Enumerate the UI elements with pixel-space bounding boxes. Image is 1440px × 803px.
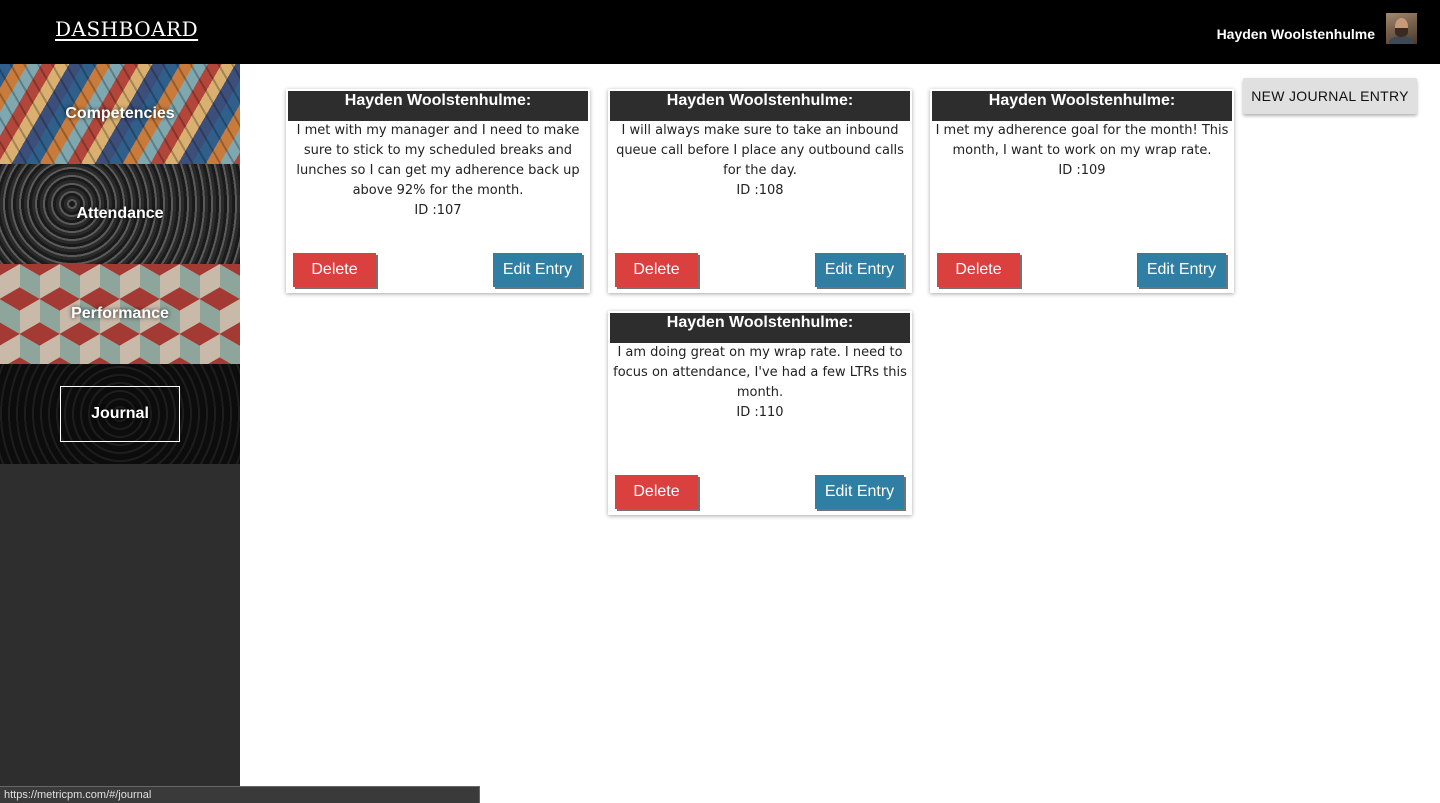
sidebar-item-label: Journal xyxy=(91,405,149,422)
entry-text: I met with my manager and I need to make… xyxy=(296,123,580,198)
entry-text: I met my adherence goal for the month! T… xyxy=(935,123,1229,158)
new-journal-entry-button[interactable]: NEW JOURNAL ENTRY xyxy=(1243,78,1417,114)
edit-entry-button[interactable]: Edit Entry xyxy=(493,253,582,287)
sidebar: Competencies Attendance Performance Jour… xyxy=(0,64,240,803)
status-url-bar: https://metricpm.com/#/journal xyxy=(0,786,480,803)
delete-button[interactable]: Delete xyxy=(293,253,376,287)
edit-entry-button[interactable]: Edit Entry xyxy=(1137,253,1226,287)
journal-card: Hayden Woolstenhulme: I am doing great o… xyxy=(608,311,912,515)
card-body: I will always make sure to take an inbou… xyxy=(610,121,910,201)
journal-card: Hayden Woolstenhulme: I will always make… xyxy=(608,89,912,293)
card-author: Hayden Woolstenhulme: xyxy=(932,91,1232,121)
top-bar: DASHBOARD Hayden Woolstenhulme xyxy=(0,0,1440,64)
card-author: Hayden Woolstenhulme: xyxy=(610,91,910,121)
card-author: Hayden Woolstenhulme: xyxy=(288,91,588,121)
avatar-body-shape xyxy=(1389,36,1414,44)
sidebar-item-performance[interactable]: Performance xyxy=(0,264,240,364)
card-body: I met with my manager and I need to make… xyxy=(288,121,588,221)
delete-button[interactable]: Delete xyxy=(615,253,698,287)
card-body: I am doing great on my wrap rate. I need… xyxy=(610,343,910,423)
avatar-beard-shape xyxy=(1395,28,1408,37)
entry-id: ID :107 xyxy=(414,203,462,218)
user-name: Hayden Woolstenhulme xyxy=(1216,26,1375,42)
sidebar-item-label: Attendance xyxy=(76,205,164,222)
entry-text: I will always make sure to take an inbou… xyxy=(616,123,904,178)
journal-card: Hayden Woolstenhulme: I met with my mana… xyxy=(286,89,590,293)
delete-button[interactable]: Delete xyxy=(937,253,1020,287)
sidebar-item-label: Performance xyxy=(71,305,169,322)
card-author: Hayden Woolstenhulme: xyxy=(610,313,910,343)
dashboard-link[interactable]: DASHBOARD xyxy=(55,17,198,41)
active-item-frame: Journal xyxy=(60,386,180,442)
edit-entry-button[interactable]: Edit Entry xyxy=(815,475,904,509)
delete-button[interactable]: Delete xyxy=(615,475,698,509)
journal-card: Hayden Woolstenhulme: I met my adherence… xyxy=(930,89,1234,293)
avatar[interactable] xyxy=(1386,13,1417,44)
sidebar-item-label: Competencies xyxy=(65,105,175,122)
sidebar-item-attendance[interactable]: Attendance xyxy=(0,164,240,264)
edit-entry-button[interactable]: Edit Entry xyxy=(815,253,904,287)
sidebar-item-journal[interactable]: Journal xyxy=(0,364,240,464)
entry-id: ID :109 xyxy=(1058,163,1106,178)
entry-id: ID :108 xyxy=(736,183,784,198)
entry-text: I am doing great on my wrap rate. I need… xyxy=(613,345,907,400)
sidebar-item-competencies[interactable]: Competencies xyxy=(0,64,240,164)
entry-id: ID :110 xyxy=(736,405,784,420)
card-body: I met my adherence goal for the month! T… xyxy=(932,121,1232,181)
